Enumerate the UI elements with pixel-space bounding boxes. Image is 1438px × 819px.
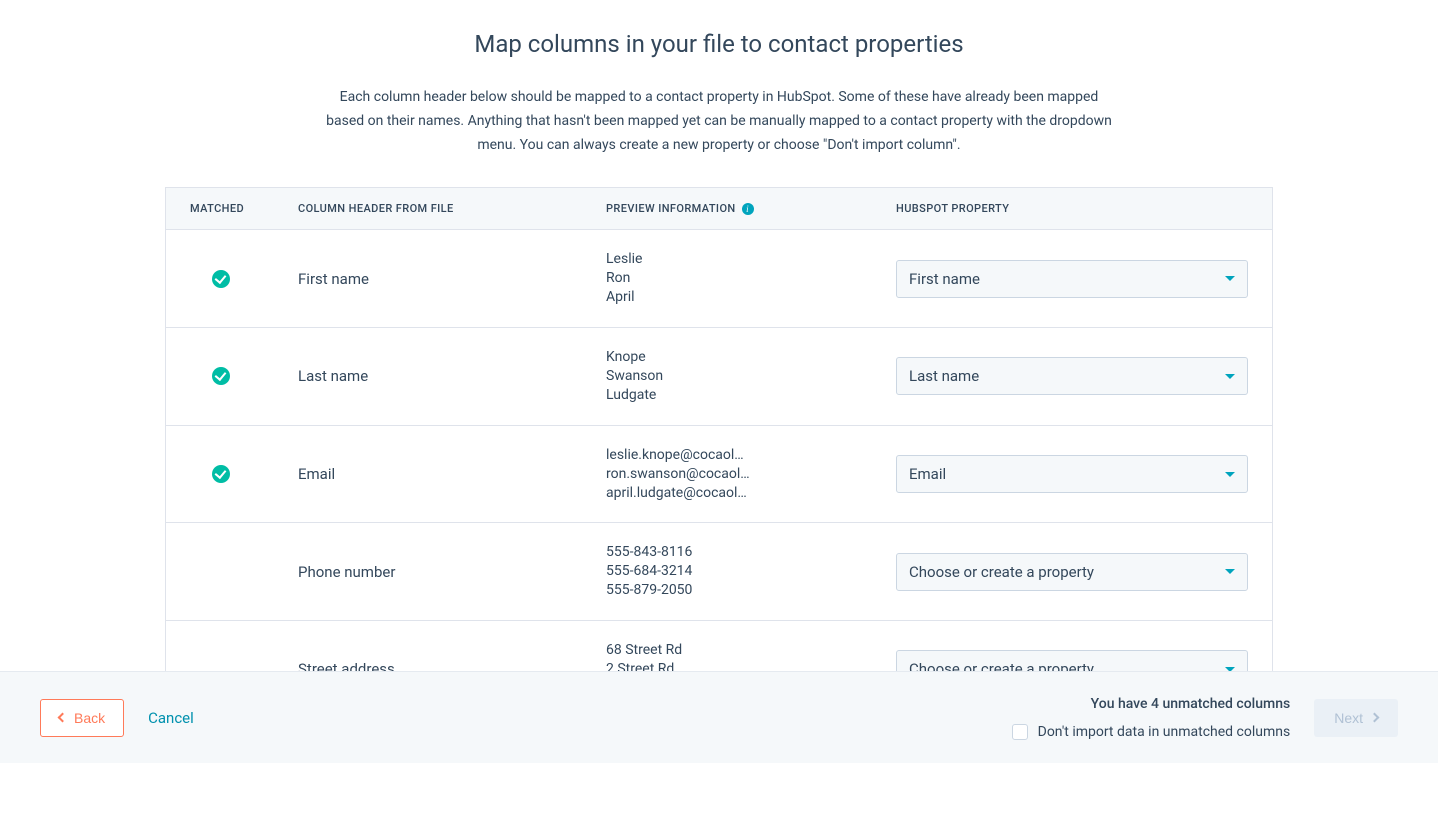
footer-bar: Back Cancel You have 4 unmatched columns… xyxy=(0,671,1438,763)
property-select[interactable]: Last name xyxy=(896,357,1248,395)
preview-value: April xyxy=(606,288,766,307)
preview-list: KnopeSwansonLudgate xyxy=(606,348,766,405)
cell-property: First name xyxy=(896,260,1248,298)
cell-preview: 555-843-8116555-684-3214555-879-2050 xyxy=(606,543,896,600)
cancel-link[interactable]: Cancel xyxy=(148,709,194,727)
preview-value: Knope xyxy=(606,348,766,367)
preview-value: 555-843-8116 xyxy=(606,543,766,562)
chevron-right-icon xyxy=(1370,713,1380,723)
chevron-down-icon xyxy=(1225,472,1235,477)
cell-property: Choose or create a property xyxy=(896,553,1248,591)
page-title: Map columns in your file to contact prop… xyxy=(0,30,1438,58)
preview-value: 555-684-3214 xyxy=(606,562,766,581)
unmatched-message: You have 4 unmatched columns xyxy=(1012,696,1291,712)
cell-matched xyxy=(190,270,298,288)
next-button[interactable]: Next xyxy=(1314,699,1398,737)
mapping-table: MATCHED COLUMN HEADER FROM FILE PREVIEW … xyxy=(165,187,1273,718)
column-header-label: First name xyxy=(298,270,369,288)
back-button[interactable]: Back xyxy=(40,699,124,737)
cell-matched xyxy=(190,465,298,483)
cell-column-header: Phone number xyxy=(298,563,606,581)
chevron-down-icon xyxy=(1225,374,1235,379)
cell-column-header: Last name xyxy=(298,367,606,385)
chevron-down-icon xyxy=(1225,569,1235,574)
cell-preview: LeslieRonApril xyxy=(606,250,896,307)
check-icon xyxy=(212,367,230,385)
preview-value: Ludgate xyxy=(606,386,766,405)
table-header-row: MATCHED COLUMN HEADER FROM FILE PREVIEW … xyxy=(166,188,1272,230)
th-preview-label: PREVIEW INFORMATION xyxy=(606,202,736,215)
preview-list: LeslieRonApril xyxy=(606,250,766,307)
chevron-down-icon xyxy=(1225,276,1235,281)
property-select[interactable]: First name xyxy=(896,260,1248,298)
preview-value: Leslie xyxy=(606,250,766,269)
back-button-label: Back xyxy=(74,710,105,726)
chevron-left-icon xyxy=(58,713,68,723)
preview-value: 68 Street Rd xyxy=(606,641,766,660)
preview-value: Ron xyxy=(606,269,766,288)
next-button-label: Next xyxy=(1334,710,1363,726)
column-header-label: Phone number xyxy=(298,563,395,581)
column-header-label: Email xyxy=(298,465,335,483)
page-description: Each column header below should be mappe… xyxy=(319,86,1119,157)
table-row: Email leslie.knope@cocaol…ron.swanson@coc… xyxy=(166,426,1272,524)
cell-preview: leslie.knope@cocaol…ron.swanson@cocaol…a… xyxy=(606,446,896,503)
cell-property: Email xyxy=(896,455,1248,493)
property-select-label: First name xyxy=(909,270,980,288)
dont-import-checkbox[interactable] xyxy=(1012,724,1028,740)
cell-column-header: Email xyxy=(298,465,606,483)
check-icon xyxy=(212,465,230,483)
preview-value: 555-879-2050 xyxy=(606,581,766,600)
th-column-header: COLUMN HEADER FROM FILE xyxy=(298,202,606,215)
dont-import-label: Don't import data in unmatched columns xyxy=(1038,724,1291,740)
property-select[interactable]: Choose or create a property xyxy=(896,553,1248,591)
preview-value: leslie.knope@cocaol… xyxy=(606,446,766,465)
table-row: First name LeslieRonApril First name xyxy=(166,230,1272,328)
cell-matched xyxy=(190,367,298,385)
property-select-label: Choose or create a property xyxy=(909,563,1094,581)
preview-list: 555-843-8116555-684-3214555-879-2050 xyxy=(606,543,766,600)
th-preview: PREVIEW INFORMATION i xyxy=(606,202,896,215)
property-select-label: Email xyxy=(909,465,946,483)
preview-value: april.ludgate@cocaol… xyxy=(606,484,766,503)
preview-value: Swanson xyxy=(606,367,766,386)
cell-property: Last name xyxy=(896,357,1248,395)
preview-list: leslie.knope@cocaol…ron.swanson@cocaol…a… xyxy=(606,446,766,503)
dont-import-checkbox-row[interactable]: Don't import data in unmatched columns xyxy=(1012,724,1291,740)
th-property: HUBSPOT PROPERTY xyxy=(896,202,1248,215)
check-icon xyxy=(212,270,230,288)
table-row: Last name KnopeSwansonLudgate Last name xyxy=(166,328,1272,426)
property-select[interactable]: Email xyxy=(896,455,1248,493)
preview-value: ron.swanson@cocaol… xyxy=(606,465,766,484)
property-select-label: Last name xyxy=(909,367,979,385)
info-icon[interactable]: i xyxy=(742,203,754,215)
table-row: Phone number 555-843-8116555-684-3214555-… xyxy=(166,523,1272,621)
cell-preview: KnopeSwansonLudgate xyxy=(606,348,896,405)
column-header-label: Last name xyxy=(298,367,368,385)
cell-column-header: First name xyxy=(298,270,606,288)
th-matched: MATCHED xyxy=(190,202,298,215)
